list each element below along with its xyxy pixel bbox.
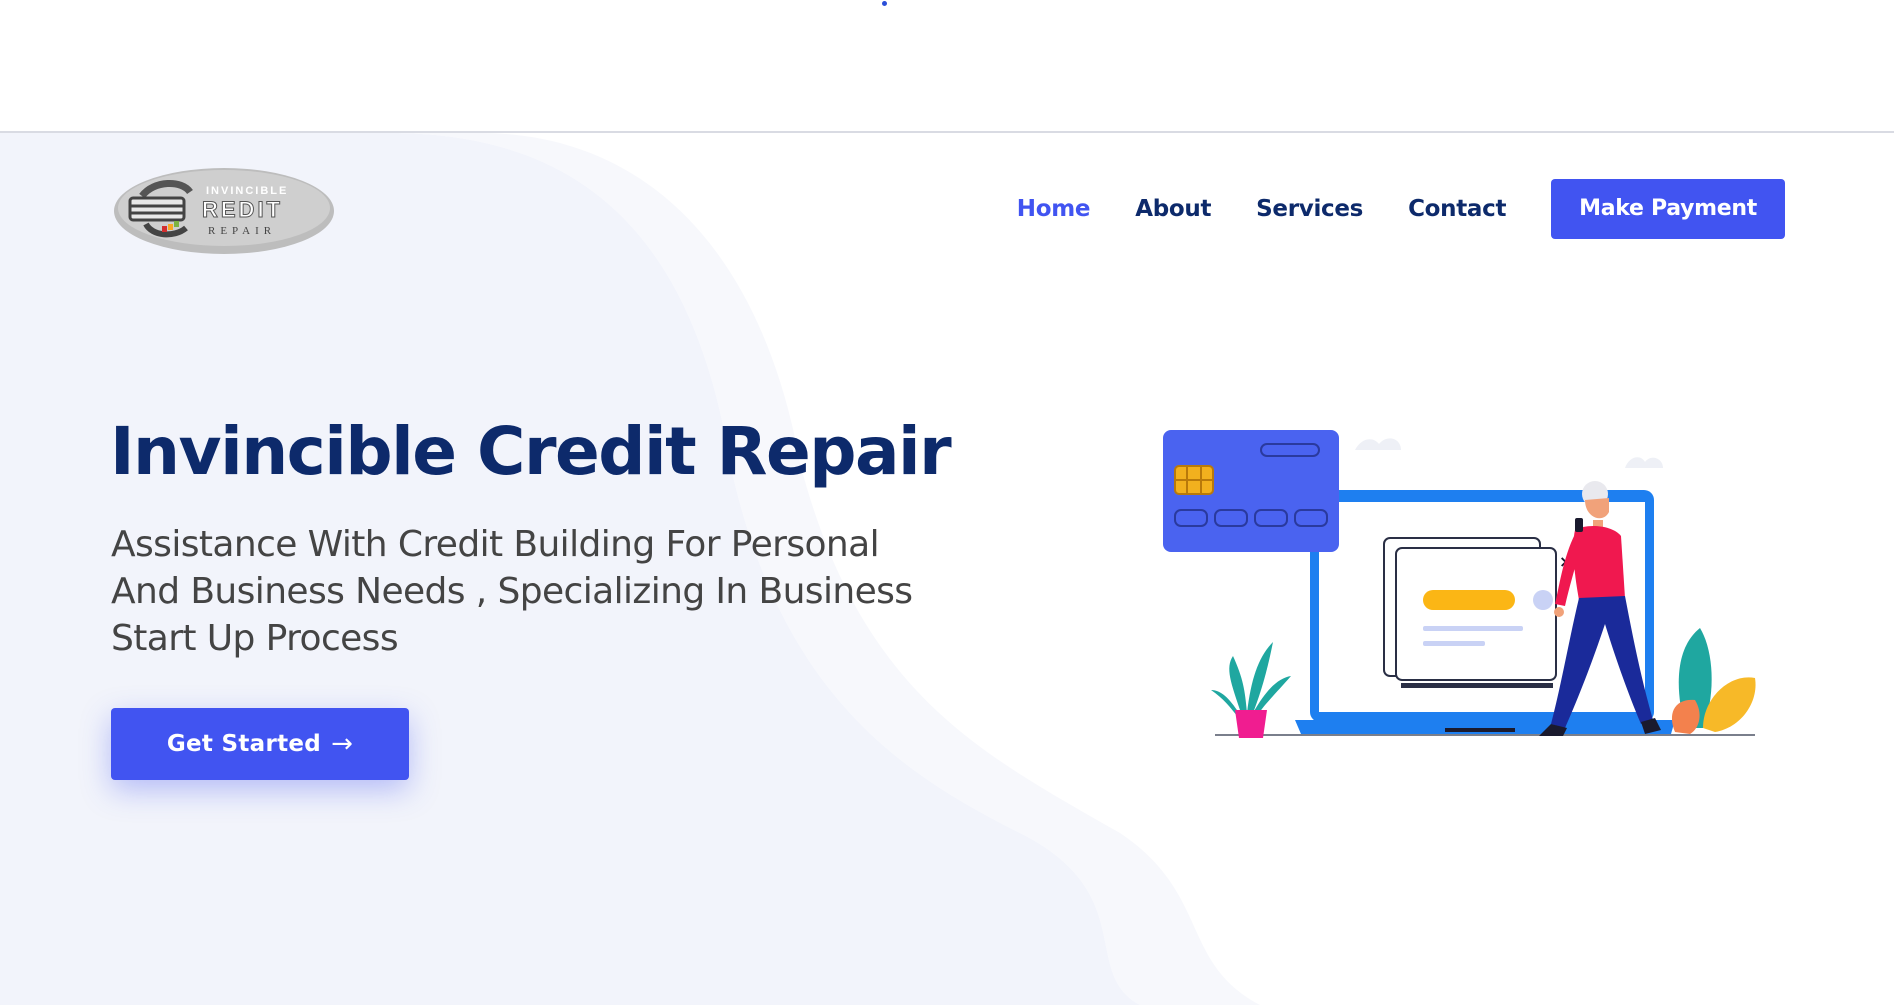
hero-subtitle: Assistance With Credit Building For Pers… [111, 524, 913, 659]
hero-title: Invincible Credit Repair [110, 413, 952, 490]
nav-home[interactable]: Home [1017, 196, 1091, 222]
nav-about[interactable]: About [1135, 196, 1211, 222]
main-nav: Home About Services Contact Make Payment [1017, 179, 1785, 239]
top-bar [0, 0, 1894, 133]
logo-line2: REDIT [202, 197, 283, 222]
logo-line1: INVINCIBLE [206, 185, 288, 197]
get-started-label: Get Started [166, 731, 322, 757]
hero-illustration: × [1163, 430, 1756, 738]
hero-section: INVINCIBLE REDIT REPAIR Home About Servi… [0, 133, 1894, 1005]
nav-contact[interactable]: Contact [1408, 196, 1506, 222]
loading-dot [882, 1, 887, 6]
get-started-button[interactable]: Get Started → [111, 708, 409, 780]
page: INVINCIBLE REDIT REPAIR Home About Servi… [0, 0, 1894, 1005]
arrow-right-icon: → [331, 729, 354, 759]
make-payment-button[interactable]: Make Payment [1551, 179, 1785, 239]
nav-services[interactable]: Services [1256, 196, 1363, 222]
logo-line3: REPAIR [208, 225, 276, 237]
brand-logo[interactable]: INVINCIBLE REDIT REPAIR [112, 166, 336, 256]
